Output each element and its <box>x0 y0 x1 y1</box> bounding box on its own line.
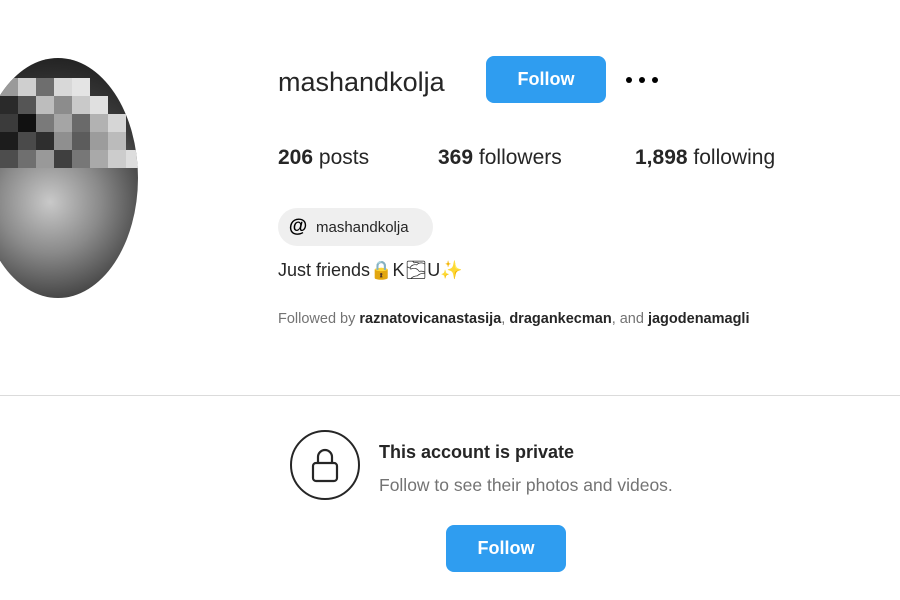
private-account-title: This account is private <box>379 442 575 462</box>
avatar-pixel <box>0 114 18 132</box>
follow-button[interactable]: Follow <box>486 56 606 103</box>
following-label: following <box>693 146 776 169</box>
avatar-pixel <box>90 132 108 150</box>
avatar-pixel <box>72 78 90 96</box>
followers-label: followers <box>478 146 562 169</box>
avatar-pixel <box>18 150 36 168</box>
avatar-pixel <box>18 96 36 114</box>
avatar-pixel <box>18 114 36 132</box>
avatar-pixel <box>36 78 54 96</box>
section-divider <box>0 395 900 396</box>
avatar-pixel <box>108 114 126 132</box>
posts-stat: 206 posts <box>278 145 369 171</box>
avatar-pixel <box>36 132 54 150</box>
avatar-pixel <box>36 114 54 132</box>
followed-by-account[interactable]: dragankecman <box>509 311 611 327</box>
more-options-icon[interactable] <box>626 70 658 90</box>
avatar-pixel <box>54 78 72 96</box>
threads-handle: mashandkolja <box>316 218 409 236</box>
avatar-pixel <box>90 96 108 114</box>
posts-count: 206 <box>278 146 314 169</box>
following-stat[interactable]: 1,898 following <box>635 145 775 171</box>
avatar-pixel <box>54 96 72 114</box>
avatar-pixel <box>72 150 90 168</box>
avatar-pixel <box>0 132 18 150</box>
avatar-pixel <box>90 150 108 168</box>
avatar-pixel <box>54 132 72 150</box>
avatar-pixel <box>54 150 72 168</box>
profile-bio: Just friends🔒K🌫U✨ <box>278 260 463 280</box>
profile-username: mashandkolja <box>278 67 445 97</box>
avatar-pixel <box>72 114 90 132</box>
avatar-pixel <box>108 132 126 150</box>
avatar-pixel <box>0 96 18 114</box>
followed-by-separator: , and <box>611 311 648 327</box>
followed-by-prefix: Followed by <box>278 311 356 327</box>
avatar-pixel <box>0 150 18 168</box>
avatar-pixel <box>36 96 54 114</box>
avatar-pixel <box>18 78 36 96</box>
threads-badge[interactable]: @ mashandkolja <box>278 208 433 246</box>
avatar-pixel <box>72 132 90 150</box>
followers-count: 369 <box>438 146 474 169</box>
avatar-pixel <box>18 132 36 150</box>
more-options-dot <box>639 77 645 83</box>
posts-label: posts <box>318 146 370 169</box>
avatar-pixel <box>36 150 54 168</box>
followers-stat[interactable]: 369 followers <box>438 145 562 171</box>
avatar-pixel <box>54 114 72 132</box>
more-options-dot <box>652 77 658 83</box>
more-options-dot <box>626 77 632 83</box>
avatar-pixel <box>90 114 108 132</box>
following-count: 1,898 <box>635 146 688 169</box>
avatar-pixel <box>0 78 18 96</box>
private-account-subtitle: Follow to see their photos and videos. <box>379 475 673 495</box>
lock-glyph <box>311 448 339 483</box>
followed-by-account[interactable]: raznatovicanastasija <box>359 311 501 327</box>
followed-by: Followed by raznatovicanastasija, dragan… <box>278 309 750 329</box>
avatar-pixel <box>126 150 138 168</box>
avatar-pixel <box>108 150 126 168</box>
followed-by-account[interactable]: jagodenamagli <box>648 311 750 327</box>
avatar-pixel <box>72 96 90 114</box>
threads-icon: @ <box>288 216 308 237</box>
lock-icon <box>290 430 360 500</box>
follow-button-private[interactable]: Follow <box>446 525 566 572</box>
avatar[interactable] <box>0 58 138 298</box>
